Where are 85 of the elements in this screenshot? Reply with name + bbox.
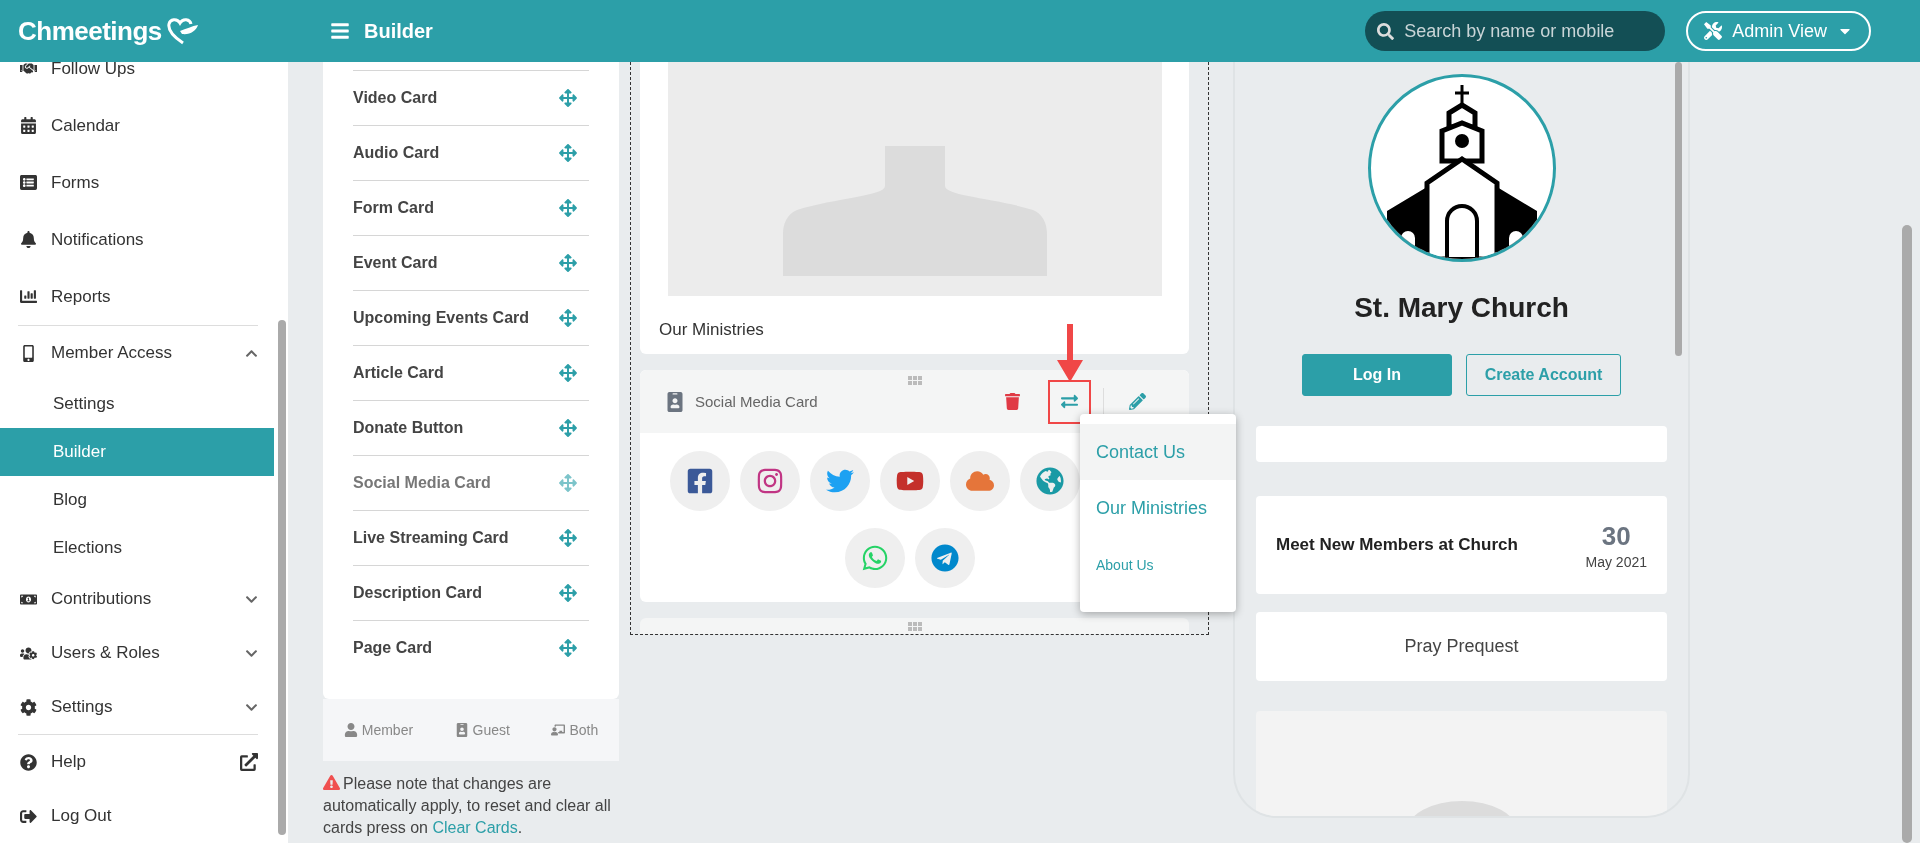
- annotation-arrow: [1055, 323, 1085, 382]
- card-type-label[interactable]: Description Card: [353, 584, 482, 602]
- twitter-icon: [826, 467, 854, 495]
- card-type-label[interactable]: Donate Button: [353, 419, 464, 437]
- logo-text: Chmeetings: [18, 15, 162, 47]
- card-type-label[interactable]: Live Streaming Card: [353, 529, 509, 547]
- move-icon[interactable]: [559, 584, 577, 602]
- badge-icon: [454, 723, 469, 737]
- event-day: 30: [1601, 520, 1631, 552]
- telegram-icon: [931, 544, 959, 572]
- badge-icon: [665, 391, 685, 412]
- sidebar-item[interactable]: Follow Ups: [51, 62, 258, 79]
- sidebar-item[interactable]: Calendar: [51, 115, 258, 136]
- sidebar-item[interactable]: Help: [51, 752, 226, 772]
- card-type-label[interactable]: Page Card: [353, 639, 433, 657]
- scrollbar[interactable]: [1902, 225, 1912, 843]
- event-month: May 2021: [1585, 553, 1647, 570]
- search-field[interactable]: Search by name or mobile: [1402, 19, 1654, 43]
- sidebar-item[interactable]: Users & Roles: [51, 643, 231, 663]
- settings-icon: [20, 698, 37, 716]
- move-icon[interactable]: [559, 254, 577, 272]
- text-block: Pray Prequest: [1256, 612, 1667, 681]
- move-icon[interactable]: [559, 419, 577, 437]
- tools-icon: [1704, 22, 1723, 40]
- facebook-icon: [686, 467, 714, 495]
- drag-handle-icon[interactable]: [907, 622, 922, 632]
- move-icon[interactable]: [559, 144, 577, 162]
- sidebar-item[interactable]: Contributions: [51, 589, 231, 609]
- sidebar-subitem[interactable]: Blog: [0, 476, 274, 524]
- bar-chart-icon: [20, 288, 37, 305]
- move-icon[interactable]: [559, 309, 577, 327]
- external-link-icon[interactable]: [240, 753, 258, 771]
- scrollbar[interactable]: [1675, 62, 1682, 356]
- card-caption: Our Ministries: [659, 320, 765, 340]
- help-icon: [20, 753, 37, 771]
- note-text: Please note that changes are automatically apply, to reset and clear all cards press on Clear Cards.: [323, 773, 612, 838]
- logout-icon: [20, 807, 37, 825]
- move-icon[interactable]: [559, 474, 577, 492]
- legend-label: Guest: [472, 722, 510, 738]
- card-type-label[interactable]: Form Card: [353, 199, 434, 217]
- search-bar[interactable]: Search by name or mobile: [1365, 11, 1666, 51]
- phone-icon: [20, 344, 37, 362]
- card-type-label[interactable]: Event Card: [353, 254, 438, 272]
- move-icon[interactable]: [559, 364, 577, 382]
- sidebar-item[interactable]: Log Out: [51, 806, 258, 826]
- card-type-label[interactable]: Video Card: [353, 89, 438, 107]
- move-icon[interactable]: [559, 529, 577, 547]
- card-type-label[interactable]: Upcoming Events Card: [353, 309, 530, 327]
- instagram-icon: [756, 467, 784, 495]
- page-title: Builder: [364, 19, 433, 43]
- scrollbar[interactable]: [278, 320, 286, 835]
- swap-icon: [1061, 393, 1078, 410]
- person-icon: [343, 723, 358, 737]
- church-name: St. Mary Church: [1354, 292, 1569, 324]
- sidebar-item[interactable]: Reports: [51, 286, 258, 307]
- move-icon[interactable]: [559, 89, 577, 107]
- sidebar-item[interactable]: Settings: [51, 697, 231, 717]
- pencil-icon: [1129, 393, 1146, 410]
- sidebar-item[interactable]: Member Access: [51, 343, 231, 363]
- calendar-icon: [20, 117, 37, 134]
- trash-icon: [1004, 393, 1021, 410]
- search-icon: [1377, 22, 1395, 40]
- sidebar-subitem[interactable]: Elections: [0, 524, 274, 572]
- swap-button[interactable]: [1048, 379, 1091, 424]
- bell-icon: [20, 231, 37, 248]
- card-type-label[interactable]: Audio Card: [353, 144, 440, 162]
- board-icon: [551, 723, 566, 737]
- drag-handle-icon[interactable]: [907, 376, 922, 386]
- card-type-label[interactable]: Article Card: [353, 364, 444, 382]
- event-title: Meet New Members at Church: [1276, 535, 1518, 555]
- card-title: Social Media Card: [695, 393, 819, 410]
- sidebar-item[interactable]: Notifications: [51, 229, 258, 250]
- legend-label: Member: [361, 722, 414, 738]
- legend-label: Both: [569, 722, 599, 738]
- warning-icon: [323, 774, 340, 791]
- list-icon: [20, 174, 37, 191]
- handshake-icon: [20, 62, 37, 77]
- heart-logo-icon: [165, 17, 200, 45]
- move-icon[interactable]: [559, 639, 577, 657]
- move-icon[interactable]: [559, 199, 577, 217]
- sidebar-item[interactable]: Forms: [51, 172, 258, 193]
- globe-icon: [1036, 467, 1064, 495]
- menu-icon[interactable]: [330, 21, 350, 41]
- whatsapp-icon: [861, 544, 889, 572]
- sidebar-subitem[interactable]: Settings: [0, 380, 274, 428]
